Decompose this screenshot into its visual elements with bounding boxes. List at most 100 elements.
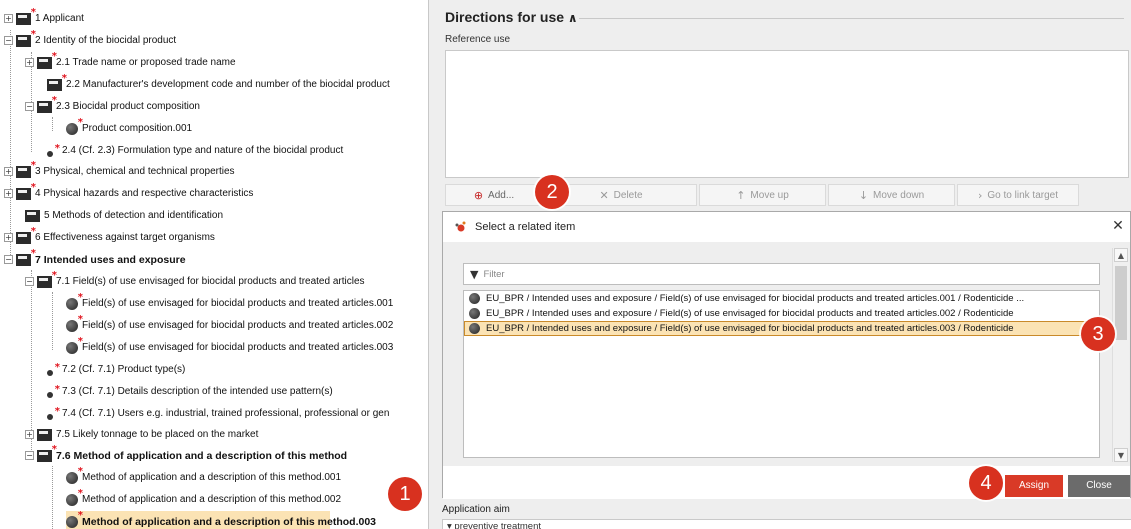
- assign-button[interactable]: Assign: [1005, 475, 1063, 497]
- tree-item-fields-of-use-001[interactable]: * Field(s) of use envisaged for biocidal…: [66, 292, 428, 314]
- expand-icon[interactable]: +: [25, 430, 34, 439]
- add-button-label: Add...: [488, 189, 515, 201]
- required-star-icon: *: [30, 247, 36, 259]
- record-dot-icon: *: [47, 384, 60, 398]
- tree-item-intended-uses[interactable]: − * 7 Intended uses and exposure: [4, 247, 428, 270]
- dialog-body: ▼ Filter EU_BPR / Intended uses and expo…: [443, 242, 1130, 466]
- tree-item-formulation-type[interactable]: * 2.4 (Cf. 2.3) Formulation type and nat…: [47, 140, 428, 161]
- tree-item-physical-hazards[interactable]: + * 4 Physical hazards and respective ch…: [4, 182, 428, 204]
- vertical-scrollbar[interactable]: ▲ ▼: [1112, 248, 1129, 462]
- list-item-selected[interactable]: EU_BPR / Intended uses and exposure / Fi…: [464, 321, 1099, 336]
- tree-connector: [52, 117, 53, 131]
- navigation-tree: + * 1 Applicant − * 2 Identity of the bi…: [0, 0, 428, 529]
- record-dot-icon: *: [47, 362, 60, 376]
- tree-item-physical-chemical[interactable]: + * 3 Physical, chemical and technical p…: [4, 159, 428, 182]
- collapse-icon[interactable]: −: [25, 451, 34, 460]
- required-star-icon: *: [61, 72, 67, 84]
- folder-icon: *: [37, 51, 57, 69]
- tree-item-label: 2.1 Trade name or proposed trade name: [56, 57, 236, 68]
- tree-item-label: Method of application and a description …: [82, 494, 342, 505]
- collapse-icon[interactable]: −: [25, 102, 34, 111]
- tree-item-product-types[interactable]: * 7.2 (Cf. 7.1) Product type(s): [47, 359, 428, 380]
- scroll-thumb[interactable]: [1115, 266, 1127, 340]
- collapse-icon[interactable]: −: [25, 277, 34, 286]
- tree-item-fields-of-use[interactable]: − * 7.1 Field(s) of use envisaged for bi…: [25, 270, 428, 292]
- expand-icon[interactable]: +: [4, 233, 13, 242]
- required-star-icon: *: [77, 487, 83, 499]
- tree-item-trade-name[interactable]: + * 2.1 Trade name or proposed trade nam…: [25, 51, 428, 73]
- required-star-icon: *: [30, 225, 36, 237]
- required-star-icon: *: [30, 159, 36, 171]
- tree-item-users[interactable]: * 7.4 (Cf. 7.1) Users e.g. industrial, t…: [47, 403, 428, 424]
- dialog-footer: Assign Close: [443, 466, 1130, 499]
- tree-item-fields-of-use-003[interactable]: * Field(s) of use envisaged for biocidal…: [66, 336, 428, 358]
- filter-input[interactable]: ▼ Filter: [463, 263, 1100, 285]
- folder-icon: *: [16, 29, 36, 47]
- record-ball-icon: *: [66, 117, 83, 135]
- tree-item-label: 7.3 (Cf. 7.1) Details description of the…: [62, 386, 333, 397]
- record-dot-icon: *: [47, 143, 60, 157]
- reference-use-list[interactable]: [445, 50, 1129, 178]
- expand-icon[interactable]: +: [4, 14, 13, 23]
- app-logo-icon: [455, 221, 466, 232]
- record-ball-icon: *: [66, 510, 83, 528]
- required-star-icon: *: [54, 361, 60, 373]
- tree-item-dev-code[interactable]: * 2.2 Manufacturer's development code an…: [47, 72, 428, 95]
- tree-item-label: Method of application and a description …: [82, 472, 342, 483]
- close-button[interactable]: Close: [1068, 475, 1130, 497]
- required-star-icon: *: [51, 443, 57, 455]
- tree-item-method-of-application[interactable]: − * 7.6 Method of application and a desc…: [25, 444, 428, 466]
- tree-item-identity[interactable]: − * 2 Identity of the biocidal product: [4, 29, 428, 51]
- tree-item-composition[interactable]: − * 2.3 Biocidal product composition: [25, 95, 428, 117]
- tree-item-label: Method of application and a description …: [82, 515, 377, 528]
- callout-badge-2: 2: [535, 175, 569, 209]
- expand-icon[interactable]: +: [4, 167, 13, 176]
- list-item[interactable]: EU_BPR / Intended uses and exposure / Fi…: [464, 306, 1099, 321]
- move-down-button[interactable]: ↓ Move down: [828, 184, 955, 206]
- tree-item-applicant[interactable]: + * 1 Applicant: [4, 6, 428, 29]
- tree-item-label: 5 Methods of detection and identificatio…: [44, 210, 224, 221]
- required-star-icon: *: [30, 6, 36, 18]
- add-button[interactable]: ⊕ Add...: [445, 184, 543, 206]
- tree-item-use-pattern[interactable]: * 7.3 (Cf. 7.1) Details description of t…: [47, 381, 428, 402]
- application-aim-field[interactable]: ▾ preventive treatment: [442, 519, 1131, 529]
- expand-icon[interactable]: +: [4, 189, 13, 198]
- record-ball-icon: *: [66, 292, 83, 310]
- tree-item-effectiveness[interactable]: + * 6 Effectiveness against target organ…: [4, 226, 428, 248]
- folder-icon: *: [37, 444, 57, 462]
- required-star-icon: *: [77, 509, 83, 521]
- scroll-down-icon[interactable]: ▼: [1114, 448, 1128, 462]
- required-star-icon: *: [54, 383, 60, 395]
- arrow-up-icon: ↑: [736, 188, 746, 202]
- delete-x-icon: ✕: [599, 188, 609, 202]
- tree-item-detection-methods[interactable]: 5 Methods of detection and identificatio…: [25, 205, 428, 226]
- tree-connector: [10, 30, 11, 255]
- collapse-chevron-icon[interactable]: ∧: [568, 11, 578, 25]
- tree-item-fields-of-use-002[interactable]: * Field(s) of use envisaged for biocidal…: [66, 314, 428, 336]
- list-item[interactable]: EU_BPR / Intended uses and exposure / Fi…: [464, 291, 1099, 306]
- collapse-icon[interactable]: −: [4, 36, 13, 45]
- required-star-icon: *: [77, 116, 83, 128]
- tree-item-product-composition-001[interactable]: * Product composition.001: [66, 117, 428, 139]
- dialog-close-icon[interactable]: ✕: [1110, 218, 1126, 234]
- tree-item-method-002[interactable]: * Method of application and a descriptio…: [66, 487, 428, 510]
- required-star-icon: *: [54, 142, 60, 154]
- move-up-button[interactable]: ↑ Move up: [699, 184, 826, 206]
- expand-icon[interactable]: +: [25, 58, 34, 67]
- scroll-up-icon[interactable]: ▲: [1114, 248, 1128, 262]
- tree-item-label: Field(s) of use envisaged for biocidal p…: [82, 320, 394, 331]
- tree-item-tonnage[interactable]: + 7.5 Likely tonnage to be placed on the…: [25, 424, 428, 445]
- tree-item-label: 7.1 Field(s) of use envisaged for biocid…: [56, 276, 365, 287]
- tree-item-label: Field(s) of use envisaged for biocidal p…: [82, 342, 394, 353]
- list-item-label: EU_BPR / Intended uses and exposure / Fi…: [486, 323, 1014, 334]
- collapse-icon[interactable]: −: [4, 255, 13, 264]
- reference-use-label: Reference use: [445, 34, 511, 45]
- dialog-titlebar[interactable]: Select a related item ✕: [443, 212, 1130, 242]
- plus-circle-icon: ⊕: [473, 188, 484, 202]
- tree-item-method-001[interactable]: * Method of application and a descriptio…: [66, 466, 428, 488]
- section-title[interactable]: Directions for use ∧: [445, 9, 578, 25]
- folder-icon: *: [16, 226, 36, 244]
- tree-item-method-003-selected[interactable]: * Method of application and a descriptio…: [66, 510, 376, 529]
- chevron-right-icon: ›: [978, 188, 983, 202]
- go-to-link-target-button[interactable]: › Go to link target: [957, 184, 1079, 206]
